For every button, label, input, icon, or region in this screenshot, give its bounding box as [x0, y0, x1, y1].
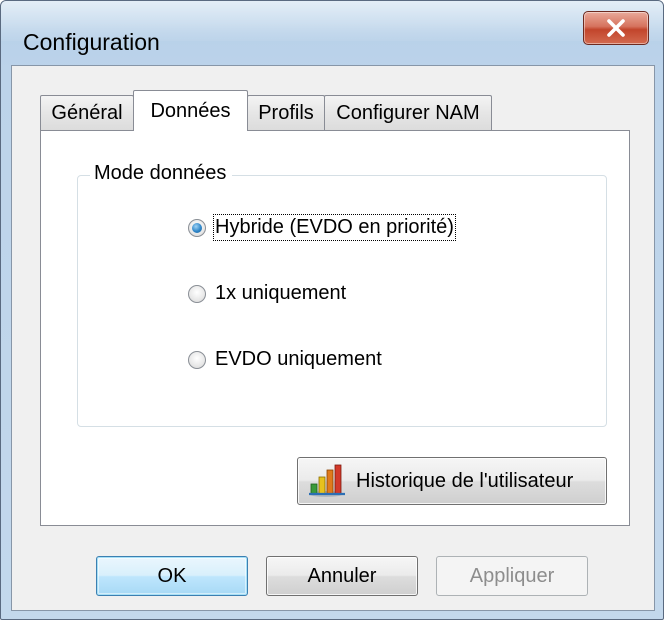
cancel-button[interactable]: Annuler: [266, 556, 418, 596]
radio-label-hybride: Hybride (EVDO en priorité): [213, 214, 456, 241]
user-history-label: Historique de l'utilisateur: [356, 469, 574, 492]
data-mode-legend: Mode données: [90, 162, 233, 185]
radio-label-1x: 1x uniquement: [215, 282, 347, 304]
bar-chart-icon: [309, 464, 345, 497]
data-mode-groupbox: Mode données Hybride (EVDO en priorité) …: [77, 162, 607, 427]
radio-button-hybride[interactable]: [188, 218, 206, 237]
radio-button-1x[interactable]: [188, 284, 206, 303]
configuration-window: Configuration Général Données Profils Co…: [0, 0, 664, 620]
close-button[interactable]: [583, 11, 649, 45]
window-title: Configuration: [23, 29, 160, 55]
tab-profils[interactable]: Profils: [247, 95, 325, 130]
close-icon: [607, 19, 625, 37]
radio-evdo[interactable]: EVDO uniquement: [188, 348, 382, 371]
apply-button[interactable]: Appliquer: [436, 556, 588, 596]
radio-label-evdo: EVDO uniquement: [215, 348, 382, 370]
radio-hybride[interactable]: Hybride (EVDO en priorité): [188, 214, 456, 241]
tab-donnees[interactable]: Données: [133, 90, 248, 131]
tab-general[interactable]: Général: [40, 95, 134, 130]
radio-1x[interactable]: 1x uniquement: [188, 282, 346, 305]
radio-button-evdo[interactable]: [188, 350, 206, 369]
tab-panel-donnees: Mode données Hybride (EVDO en priorité) …: [40, 130, 630, 526]
tab-configurer-nam[interactable]: Configurer NAM: [324, 95, 492, 130]
ok-button[interactable]: OK: [96, 556, 248, 596]
dialog-client-area: Général Données Profils Configurer NAM M…: [11, 65, 655, 611]
user-history-button[interactable]: Historique de l'utilisateur: [297, 457, 607, 505]
